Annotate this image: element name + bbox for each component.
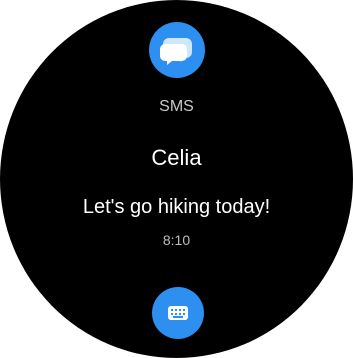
keyboard-icon — [168, 306, 188, 320]
message-time: 8:10 — [162, 232, 191, 248]
app-name: SMS — [159, 98, 194, 115]
sender-name: Celia — [151, 145, 202, 170]
message-text: Let's go hiking today! — [82, 196, 271, 218]
watch-face: SMS Celia Let's go hiking today! 8:10 — [0, 0, 353, 358]
message-bubbles-icon — [160, 38, 192, 65]
sms-app-icon — [149, 22, 205, 78]
reply-button[interactable] — [152, 287, 204, 339]
